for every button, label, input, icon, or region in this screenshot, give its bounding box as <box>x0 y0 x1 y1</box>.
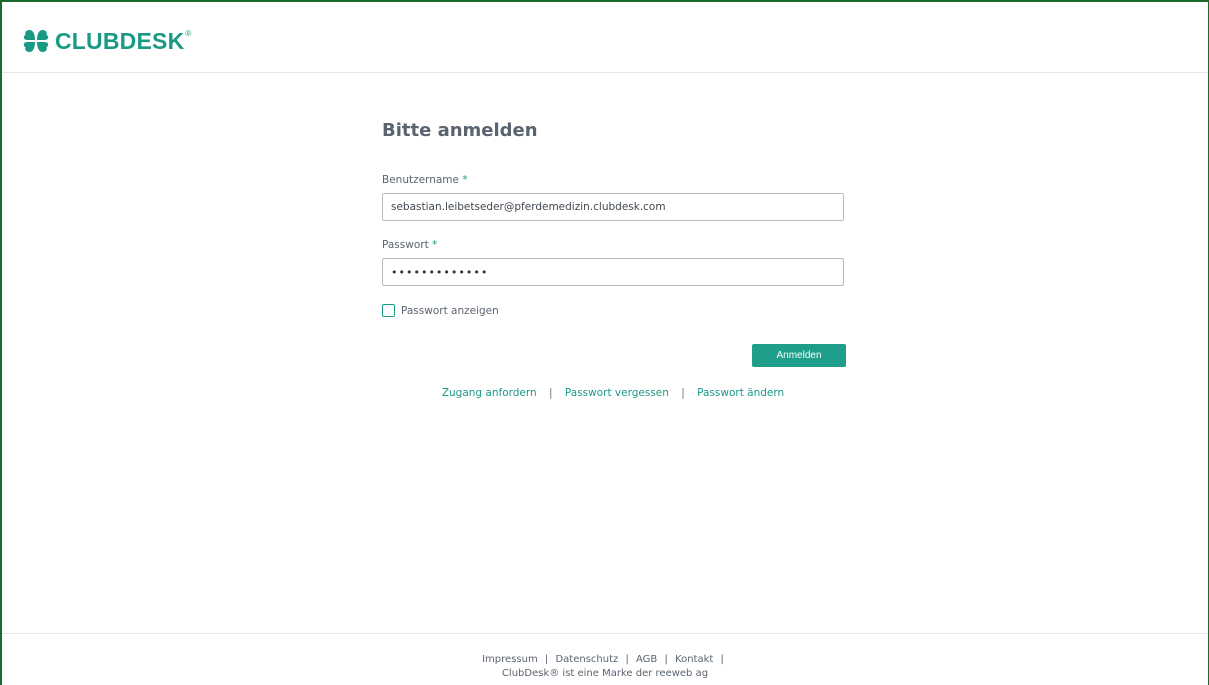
required-marker: * <box>462 174 468 186</box>
link-separator: | <box>549 387 553 399</box>
link-separator: | <box>681 387 685 399</box>
show-password-checkbox[interactable] <box>382 304 395 317</box>
impressum-link[interactable]: Impressum <box>482 654 538 665</box>
app-window: CLUBDESK ® Bitte anmelden Benutzername *… <box>0 0 1209 685</box>
username-label: Benutzername * <box>382 174 468 186</box>
footer-links: Impressum | Datenschutz | AGB | Kontakt … <box>2 653 1208 667</box>
change-password-link[interactable]: Passwort ändern <box>697 387 784 399</box>
agb-link[interactable]: AGB <box>636 654 657 665</box>
footer-separator: | <box>664 654 668 665</box>
forgot-password-link[interactable]: Passwort vergessen <box>565 387 669 399</box>
show-password-label: Passwort anzeigen <box>401 304 499 317</box>
account-links: Zugang anfordern | Passwort vergessen | … <box>380 387 846 399</box>
brand-name: CLUBDESK <box>55 27 185 54</box>
required-marker: * <box>432 239 438 251</box>
kontakt-link[interactable]: Kontakt <box>675 654 713 665</box>
password-masked-value: ••••••••••••• <box>391 265 489 279</box>
login-form: Bitte anmelden Benutzername * Passwort *… <box>380 116 846 399</box>
page-title: Bitte anmelden <box>382 120 538 141</box>
registered-mark: ® <box>185 28 192 38</box>
footer-separator: | <box>625 654 629 665</box>
footer-separator: | <box>720 654 724 665</box>
clubdesk-logo[interactable]: CLUBDESK ® <box>23 27 191 55</box>
footer-separator: | <box>544 654 549 665</box>
username-input[interactable] <box>382 193 844 221</box>
footer: Impressum | Datenschutz | AGB | Kontakt … <box>2 633 1208 685</box>
datenschutz-link[interactable]: Datenschutz <box>555 654 618 665</box>
trademark-notice: ClubDesk® ist eine Marke der reeweb ag <box>501 668 709 679</box>
password-input[interactable]: ••••••••••••• <box>382 258 844 286</box>
request-access-link[interactable]: Zugang anfordern <box>442 387 537 399</box>
header: CLUBDESK ® <box>2 2 1208 73</box>
show-password-toggle[interactable]: Passwort anzeigen <box>382 304 499 317</box>
clover-icon <box>23 30 49 52</box>
login-button[interactable]: Anmelden <box>752 344 846 367</box>
password-label: Passwort * <box>382 239 438 251</box>
